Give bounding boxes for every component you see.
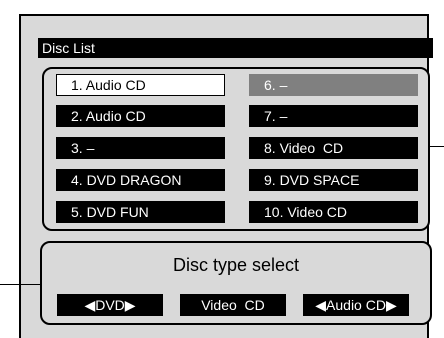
video-cd-type-button[interactable]: Video CD (180, 294, 286, 316)
disc-item-2[interactable]: 2. Audio CD (56, 105, 225, 127)
callout-line-right (430, 146, 444, 147)
disc-item-6[interactable]: 6. – (249, 74, 418, 96)
disc-item-3[interactable]: 3. – (56, 137, 225, 159)
dvd-type-button[interactable]: ◀DVD▶ (57, 294, 163, 316)
disc-item-10[interactable]: 10. Video CD (249, 201, 418, 223)
disc-list-title: Disc List (38, 38, 433, 58)
disc-item-5[interactable]: 5. DVD FUN (56, 201, 225, 223)
disc-type-select-heading: Disc type select (172, 255, 300, 275)
disc-item-4[interactable]: 4. DVD DRAGON (56, 169, 225, 191)
disc-item-7[interactable]: 7. – (249, 105, 418, 127)
disc-item-8[interactable]: 8. Video CD (249, 137, 418, 159)
callout-line-left (0, 284, 40, 285)
audio-cd-type-button[interactable]: ◀Audio CD▶ (303, 294, 409, 316)
disc-item-1[interactable]: 1. Audio CD (56, 74, 225, 96)
disc-item-9[interactable]: 9. DVD SPACE (249, 169, 418, 191)
